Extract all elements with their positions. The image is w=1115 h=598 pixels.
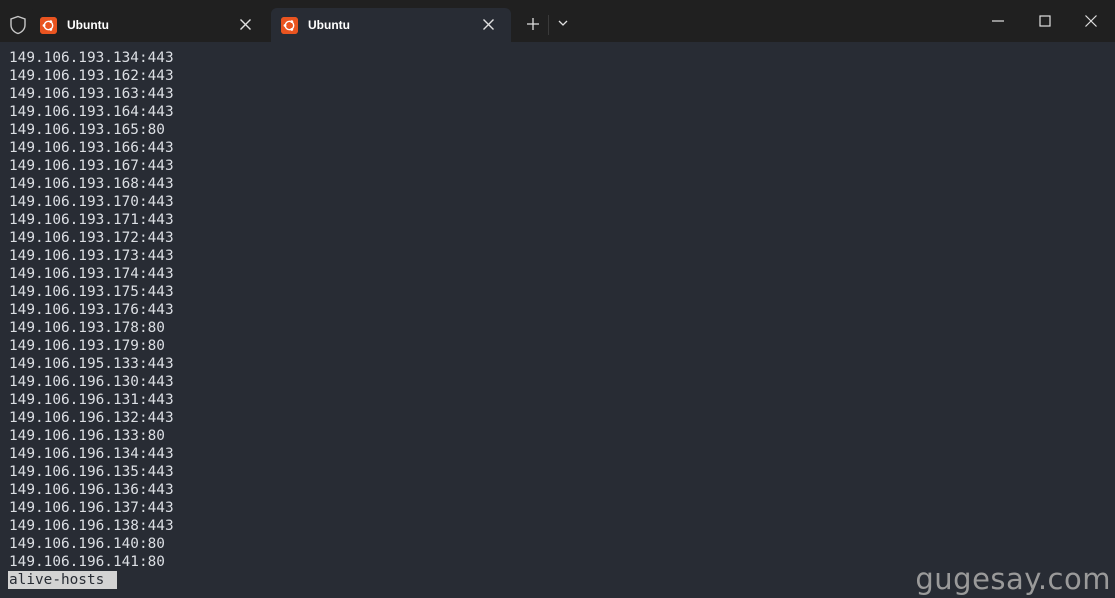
terminal-pane[interactable]: 149.106.193.134:443 149.106.193.162:443 14… — [0, 42, 1115, 598]
title-bar: Ubuntu Ubuntu — [0, 0, 1115, 42]
terminal-line: 149.106.193.176:443 — [9, 302, 174, 318]
terminal-line: 149.106.196.134:443 — [9, 446, 174, 462]
terminal-line: 149.106.196.130:443 — [9, 374, 174, 390]
minimize-icon[interactable] — [990, 13, 1006, 29]
tab-ubuntu-2[interactable]: Ubuntu — [271, 8, 511, 42]
tab-divider — [548, 15, 549, 35]
terminal-line: 149.106.193.164:443 — [9, 104, 174, 120]
terminal-line: 149.106.193.167:443 — [9, 158, 174, 174]
terminal-line: 149.106.196.135:443 — [9, 464, 174, 480]
terminal-line: 149.106.193.165:80 — [9, 122, 165, 138]
tab-label: Ubuntu — [67, 18, 109, 32]
close-icon[interactable] — [1083, 13, 1099, 29]
terminal-line: 149.106.193.174:443 — [9, 266, 174, 282]
shield-icon[interactable] — [9, 15, 27, 35]
terminal-line: 149.106.193.162:443 — [9, 68, 174, 84]
terminal-output: 149.106.193.134:443 149.106.193.162:443 14… — [9, 49, 174, 571]
terminal-line: 149.106.195.133:443 — [9, 356, 174, 372]
terminal-line: 149.106.196.133:80 — [9, 428, 165, 444]
terminal-line: 149.106.196.138:443 — [9, 518, 174, 534]
pager-prompt: alive-hosts — [8, 571, 117, 589]
terminal-line: 149.106.193.172:443 — [9, 230, 174, 246]
terminal-line: 149.106.193.163:443 — [9, 86, 174, 102]
terminal-line: 149.106.196.136:443 — [9, 482, 174, 498]
terminal-line: 149.106.193.134:443 — [9, 50, 174, 66]
close-icon[interactable] — [482, 18, 495, 31]
ubuntu-icon — [40, 17, 57, 34]
terminal-line: 149.106.193.179:80 — [9, 338, 165, 354]
terminal-line: 149.106.196.141:80 — [9, 554, 165, 570]
maximize-icon[interactable] — [1037, 13, 1053, 29]
watermark: gugesay.com — [915, 562, 1111, 596]
close-icon[interactable] — [239, 18, 252, 31]
terminal-line: 149.106.196.132:443 — [9, 410, 174, 426]
terminal-line: 149.106.196.137:443 — [9, 500, 174, 516]
chevron-down-icon[interactable] — [556, 16, 570, 30]
ubuntu-icon — [281, 17, 298, 34]
tab-label: Ubuntu — [308, 18, 350, 32]
terminal-line: 149.106.193.178:80 — [9, 320, 165, 336]
terminal-line: 149.106.193.166:443 — [9, 140, 174, 156]
terminal-line: 149.106.193.173:443 — [9, 248, 174, 264]
terminal-line: 149.106.193.168:443 — [9, 176, 174, 192]
terminal-line: 149.106.193.175:443 — [9, 284, 174, 300]
terminal-line: 149.106.193.170:443 — [9, 194, 174, 210]
terminal-line: 149.106.193.171:443 — [9, 212, 174, 228]
plus-icon[interactable] — [524, 15, 542, 33]
terminal-line: 149.106.196.140:80 — [9, 536, 165, 552]
terminal-line: 149.106.196.131:443 — [9, 392, 174, 408]
tab-ubuntu-1[interactable]: Ubuntu — [30, 8, 268, 42]
